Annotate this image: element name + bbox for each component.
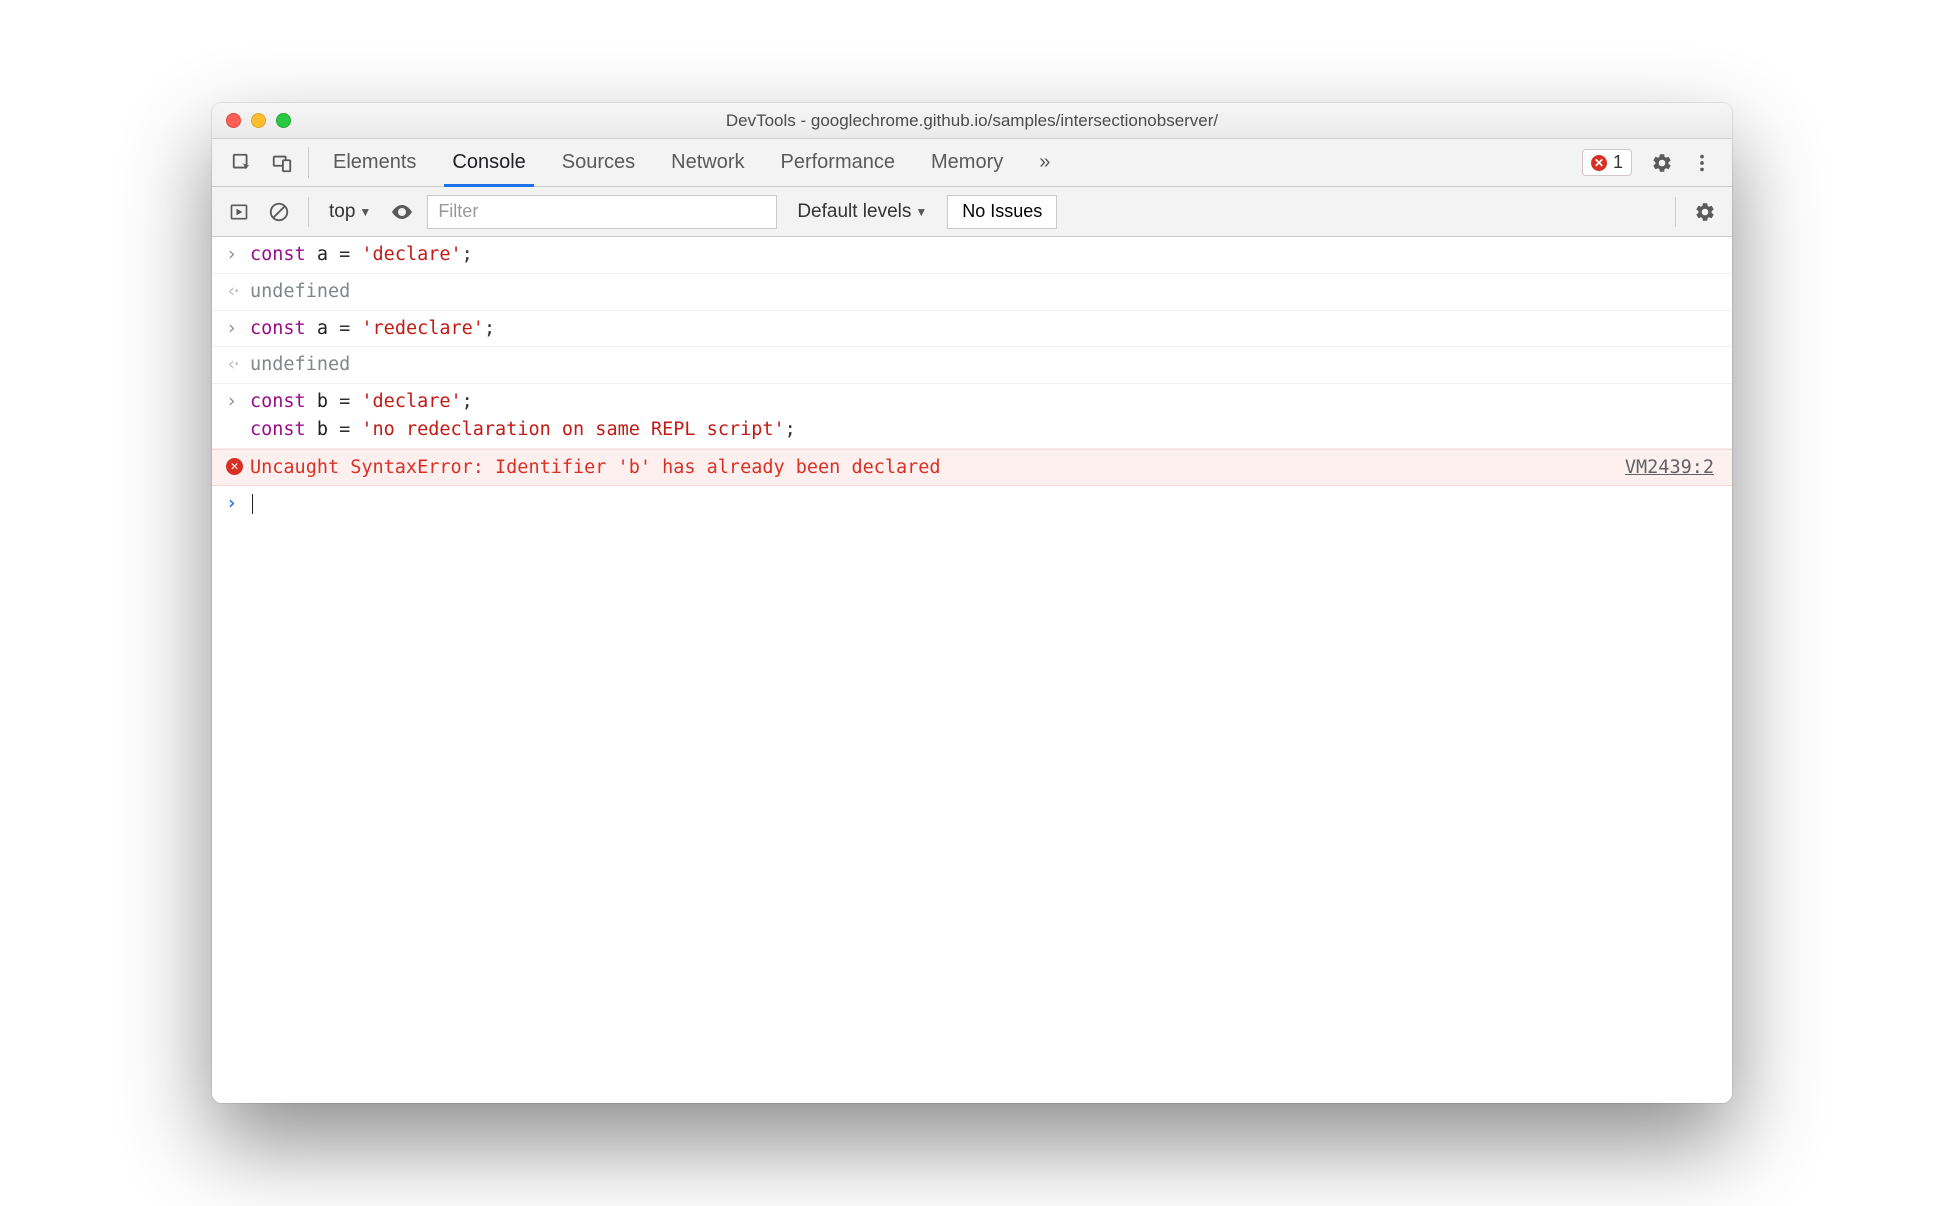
divider bbox=[1675, 197, 1676, 227]
tab-label: Network bbox=[671, 151, 744, 174]
inspect-element-icon[interactable] bbox=[222, 139, 262, 186]
error-source-link[interactable]: VM2439:2 bbox=[1625, 454, 1718, 482]
log-levels-selector[interactable]: Default levels ▼ bbox=[787, 201, 937, 223]
console-output-row: ‹·undefined bbox=[212, 274, 1732, 311]
console-prompt-input[interactable] bbox=[250, 490, 1718, 518]
issues-label: No Issues bbox=[962, 201, 1042, 222]
console-input-row: ›const a = 'declare'; bbox=[212, 237, 1732, 274]
chevron-right-double-icon: » bbox=[1039, 151, 1050, 174]
pointer-icon bbox=[231, 152, 253, 174]
chevron-down-icon: ▼ bbox=[359, 205, 371, 219]
tab-memory[interactable]: Memory bbox=[913, 139, 1021, 186]
filter-input[interactable] bbox=[427, 195, 777, 229]
clear-console-button[interactable] bbox=[264, 197, 294, 227]
console-input-code: const a = 'redeclare'; bbox=[250, 315, 1718, 343]
console-input-row: ›const b = 'declare'; const b = 'no rede… bbox=[212, 384, 1732, 449]
sidebar-icon bbox=[229, 202, 249, 222]
more-options-button[interactable] bbox=[1682, 139, 1722, 186]
console-input-code: const a = 'declare'; bbox=[250, 241, 1718, 269]
window-title: DevTools - googlechrome.github.io/sample… bbox=[212, 111, 1732, 131]
console-error-row: ✕ Uncaught SyntaxError: Identifier 'b' ha… bbox=[212, 449, 1732, 487]
tab-label: Elements bbox=[333, 151, 416, 174]
chevron-down-icon: ▼ bbox=[915, 205, 927, 219]
gear-icon bbox=[1694, 201, 1716, 223]
gear-icon bbox=[1651, 152, 1673, 174]
window-controls bbox=[226, 113, 291, 128]
error-icon: ✕ bbox=[1591, 155, 1607, 171]
tab-sources[interactable]: Sources bbox=[544, 139, 653, 186]
text-cursor bbox=[252, 494, 253, 514]
console-output-value: undefined bbox=[250, 351, 1718, 379]
console-error-message: Uncaught SyntaxError: Identifier 'b' has… bbox=[250, 454, 1625, 482]
tab-elements[interactable]: Elements bbox=[315, 139, 434, 186]
prompt-marker-icon: › bbox=[226, 490, 250, 518]
context-selector[interactable]: top ▼ bbox=[323, 201, 377, 223]
output-marker-icon: ‹· bbox=[226, 278, 250, 306]
tab-label: Memory bbox=[931, 151, 1003, 174]
tab-console[interactable]: Console bbox=[434, 139, 543, 186]
tab-label: Console bbox=[452, 151, 525, 174]
settings-button[interactable] bbox=[1642, 139, 1682, 186]
console-output[interactable]: ›const a = 'declare';‹·undefined›const a… bbox=[212, 237, 1732, 1103]
input-marker-icon: › bbox=[226, 241, 250, 269]
tab-performance[interactable]: Performance bbox=[763, 139, 914, 186]
issues-button[interactable]: No Issues bbox=[947, 195, 1057, 229]
panel-tabs: Elements Console Sources Network Performance… bbox=[315, 139, 1021, 186]
device-toolbar-icon[interactable] bbox=[262, 139, 302, 186]
live-expression-button[interactable] bbox=[387, 197, 417, 227]
kebab-menu-icon bbox=[1691, 152, 1713, 174]
console-output-row: ‹·undefined bbox=[212, 347, 1732, 384]
input-marker-icon: › bbox=[226, 388, 250, 416]
divider bbox=[308, 147, 309, 178]
toggle-sidebar-button[interactable] bbox=[224, 197, 254, 227]
console-toolbar: top ▼ Default levels ▼ No Issues bbox=[212, 187, 1732, 237]
tab-label: Performance bbox=[781, 151, 896, 174]
output-marker-icon: ‹· bbox=[226, 351, 250, 379]
log-levels-label: Default levels bbox=[797, 201, 911, 223]
titlebar: DevTools - googlechrome.github.io/sample… bbox=[212, 103, 1732, 139]
devices-icon bbox=[271, 152, 293, 174]
eye-icon bbox=[390, 200, 414, 224]
tab-network[interactable]: Network bbox=[653, 139, 762, 186]
error-count-badge[interactable]: ✕ 1 bbox=[1582, 149, 1632, 176]
error-icon: ✕ bbox=[226, 458, 243, 475]
console-prompt-row: › bbox=[212, 486, 1732, 522]
main-tabbar: Elements Console Sources Network Performance… bbox=[212, 139, 1732, 187]
console-input-code: const b = 'declare'; const b = 'no redec… bbox=[250, 388, 1718, 444]
error-count: 1 bbox=[1613, 152, 1623, 173]
minimize-window-button[interactable] bbox=[251, 113, 266, 128]
divider bbox=[308, 197, 309, 227]
input-marker-icon: › bbox=[226, 315, 250, 343]
spacer bbox=[1068, 139, 1582, 186]
more-tabs-button[interactable]: » bbox=[1021, 139, 1068, 186]
console-output-value: undefined bbox=[250, 278, 1718, 306]
console-input-row: ›const a = 'redeclare'; bbox=[212, 311, 1732, 348]
maximize-window-button[interactable] bbox=[276, 113, 291, 128]
console-settings-button[interactable] bbox=[1690, 197, 1720, 227]
ban-icon bbox=[268, 201, 290, 223]
context-label: top bbox=[329, 201, 355, 223]
devtools-window: DevTools - googlechrome.github.io/sample… bbox=[212, 103, 1732, 1103]
close-window-button[interactable] bbox=[226, 113, 241, 128]
tab-label: Sources bbox=[562, 151, 635, 174]
